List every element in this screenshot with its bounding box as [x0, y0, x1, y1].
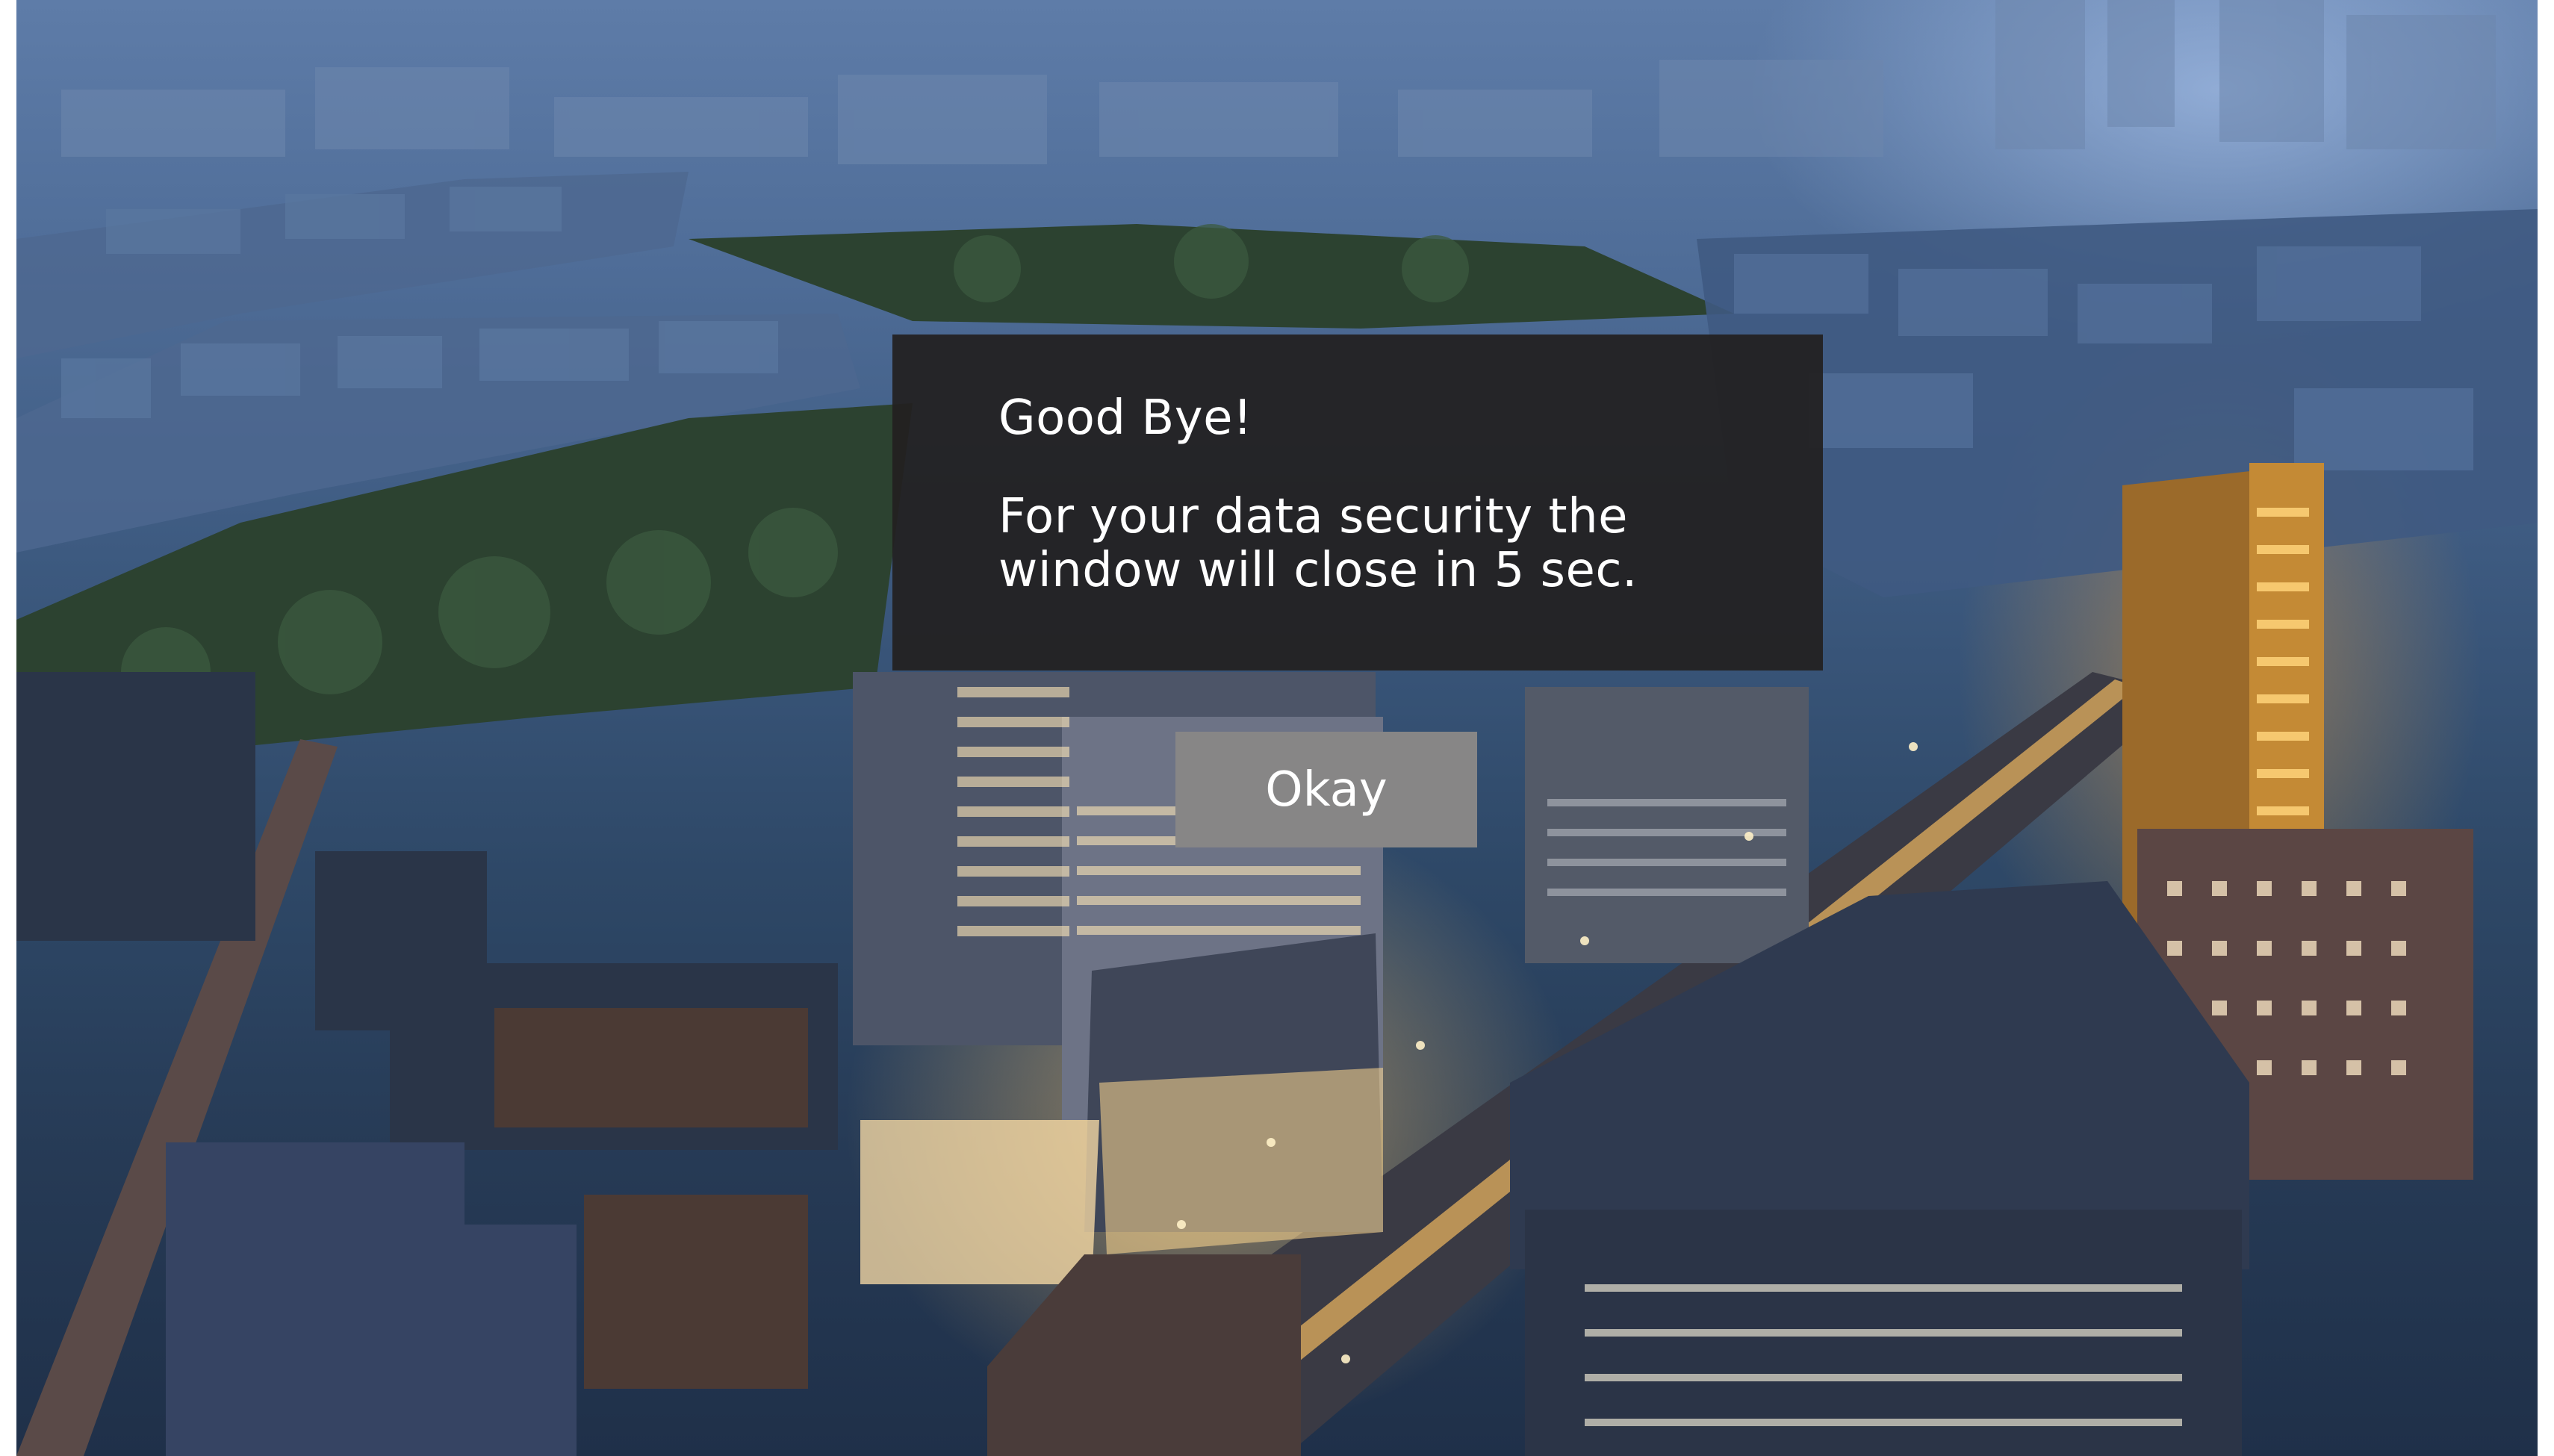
- dialog-message: For your data security the window will c…: [998, 489, 1638, 598]
- dialog-title: Good Bye!: [998, 391, 1253, 446]
- city-illustration: [16, 0, 2538, 1456]
- logout-screen: Good Bye! For your data security the win…: [0, 0, 2554, 1456]
- goodbye-dialog: Good Bye! For your data security the win…: [892, 335, 1823, 671]
- okay-button[interactable]: Okay: [1175, 732, 1477, 847]
- city-background-image: [16, 0, 2538, 1456]
